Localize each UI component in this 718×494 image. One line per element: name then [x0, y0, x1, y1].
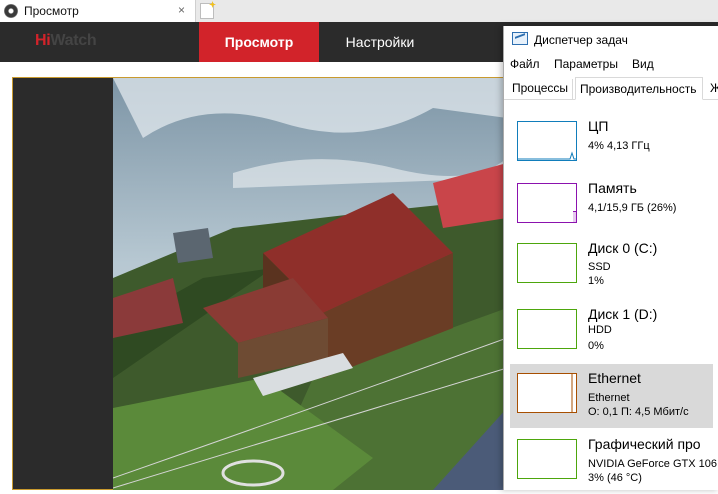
perf-row-ethernet[interactable]: Ethernet Ethernet О: 0,1 П: 4,5 Мбит/с: [510, 364, 713, 428]
task-manager-menubar: Файл Параметры Вид: [504, 55, 718, 75]
task-manager-titlebar[interactable]: Диспетчер задач: [504, 26, 718, 54]
task-manager-icon: [512, 32, 528, 45]
memory-graph-thumbnail: [517, 183, 577, 223]
close-tab-icon[interactable]: ×: [178, 3, 185, 17]
row-title-disk1: Диск 1 (D:): [588, 306, 658, 322]
tab-next[interactable]: Ж: [706, 79, 718, 99]
task-manager-tabs: Процессы Производительность Ж: [504, 77, 718, 100]
browser-tab-strip: Просмотр ×: [0, 0, 718, 23]
perf-row-memory[interactable]: Память 4,1/15,9 ГБ (26%): [510, 174, 713, 238]
row-title-ethernet: Ethernet: [588, 370, 641, 386]
ethernet-graph-thumbnail: [517, 373, 577, 413]
logo-suffix: Watch: [50, 32, 97, 49]
cpu-graph-line: [518, 151, 576, 160]
camera-favicon-icon: [4, 4, 18, 18]
row-detail-memory: 4,1/15,9 ГБ (26%): [588, 202, 677, 214]
browser-tab[interactable]: Просмотр ×: [0, 0, 196, 22]
row-title-disk0: Диск 0 (C:): [588, 240, 658, 256]
logo-prefix: Hi: [35, 32, 51, 49]
row-detail-cpu: 4% 4,13 ГГц: [588, 140, 650, 152]
menu-view[interactable]: Вид: [632, 57, 654, 71]
tab-processes[interactable]: Процессы: [508, 79, 574, 99]
row-detail-disk0-usage: 1%: [588, 275, 604, 287]
nav-tab-view[interactable]: Просмотр: [199, 22, 319, 62]
nav-tab-settings[interactable]: Настройки: [330, 22, 430, 62]
perf-row-disk0[interactable]: Диск 0 (C:) SSD 1%: [510, 234, 713, 298]
browser-tab-title: Просмотр: [24, 4, 79, 18]
task-manager-window: Диспетчер задач Файл Параметры Вид Проце…: [503, 26, 718, 490]
menu-options[interactable]: Параметры: [554, 57, 618, 71]
row-detail-disk1-usage: 0%: [588, 340, 604, 352]
memory-graph-fill: [573, 211, 576, 222]
row-detail-gpu-usage: 3% (46 °C): [588, 472, 642, 484]
gpu-graph-thumbnail: [517, 439, 577, 479]
ethernet-graph-line: [571, 374, 573, 412]
perf-row-gpu[interactable]: Графический про NVIDIA GeForce GTX 106 3…: [510, 430, 717, 494]
hiwatch-logo: HiWatch: [35, 32, 97, 50]
row-detail-gpu-model: NVIDIA GeForce GTX 106: [588, 458, 717, 470]
perf-row-cpu[interactable]: ЦП 4% 4,13 ГГц: [510, 112, 713, 176]
cpu-graph-thumbnail: [517, 121, 577, 161]
row-title-memory: Память: [588, 180, 637, 196]
disk1-graph-thumbnail: [517, 309, 577, 349]
disk0-graph-thumbnail: [517, 243, 577, 283]
row-detail-disk0-type: SSD: [588, 261, 611, 273]
row-title-gpu: Графический про: [588, 436, 701, 452]
row-detail-disk1-type: HDD: [588, 324, 612, 336]
row-detail-ethernet-throughput: О: 0,1 П: 4,5 Мбит/с: [588, 406, 689, 418]
perf-row-disk1[interactable]: Диск 1 (D:) HDD 0%: [510, 300, 713, 364]
menu-file[interactable]: Файл: [510, 57, 540, 71]
tab-performance[interactable]: Производительность: [575, 77, 703, 100]
camera-scene: [113, 78, 507, 490]
row-detail-ethernet-adapter: Ethernet: [588, 392, 630, 404]
live-video-feed[interactable]: [113, 78, 507, 490]
new-tab-icon[interactable]: [200, 3, 214, 19]
task-manager-title: Диспетчер задач: [534, 33, 628, 47]
row-title-cpu: ЦП: [588, 118, 609, 134]
